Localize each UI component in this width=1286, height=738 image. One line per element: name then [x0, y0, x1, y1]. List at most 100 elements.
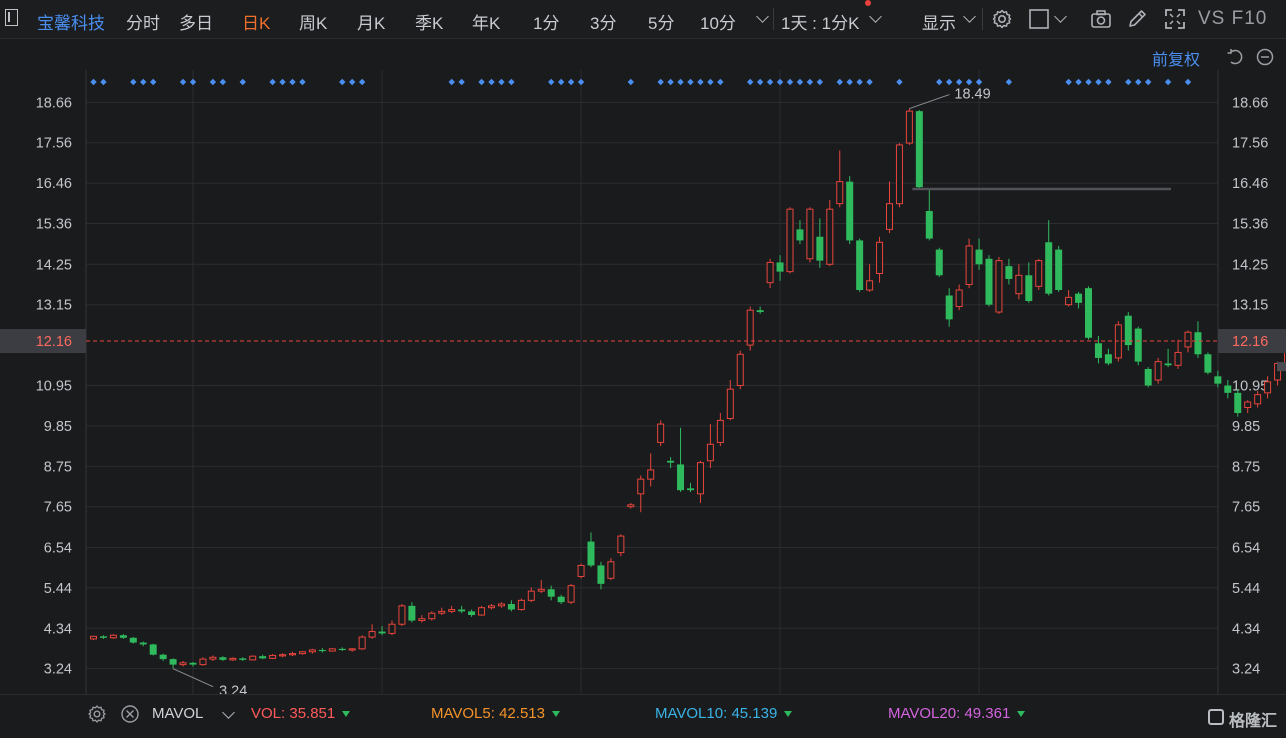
tab-10min[interactable]: 10分: [700, 9, 736, 34]
tab-yearly-k[interactable]: 年K: [472, 9, 500, 34]
event-marker[interactable]: [498, 79, 504, 85]
tab-1min[interactable]: 1分: [533, 9, 559, 34]
event-marker[interactable]: [289, 79, 295, 85]
indicator-name[interactable]: MAVOL: [152, 705, 203, 722]
indicator-close-icon[interactable]: [120, 704, 140, 724]
event-marker[interactable]: [657, 79, 663, 85]
layout-square-icon[interactable]: [1028, 8, 1050, 30]
event-marker[interactable]: [1145, 79, 1151, 85]
event-marker[interactable]: [299, 79, 305, 85]
event-marker[interactable]: [956, 79, 962, 85]
event-marker[interactable]: [240, 79, 246, 85]
event-marker[interactable]: [1125, 79, 1131, 85]
event-marker[interactable]: [817, 79, 823, 85]
event-marker[interactable]: [349, 79, 355, 85]
vs-f10-button[interactable]: VS F10: [1198, 8, 1267, 30]
event-marker[interactable]: [449, 79, 455, 85]
stock-name[interactable]: 宝馨科技: [37, 9, 105, 34]
event-marker[interactable]: [628, 79, 634, 85]
tab-5min[interactable]: 5分: [648, 9, 674, 34]
event-marker[interactable]: [976, 79, 982, 85]
event-marker[interactable]: [777, 79, 783, 85]
price-adjust-select[interactable]: 前复权: [1152, 46, 1200, 70]
event-marker[interactable]: [767, 79, 773, 85]
event-marker[interactable]: [269, 79, 275, 85]
event-marker[interactable]: [130, 79, 136, 85]
event-marker[interactable]: [210, 79, 216, 85]
event-marker[interactable]: [1006, 79, 1012, 85]
event-marker[interactable]: [1075, 79, 1081, 85]
event-marker[interactable]: [1135, 79, 1141, 85]
event-marker[interactable]: [508, 79, 514, 85]
event-marker[interactable]: [478, 79, 484, 85]
minus-circle-icon[interactable]: [1256, 48, 1274, 66]
event-marker[interactable]: [847, 79, 853, 85]
event-marker[interactable]: [339, 79, 345, 85]
event-marker[interactable]: [687, 79, 693, 85]
candle: [170, 658, 177, 668]
tab-3min[interactable]: 3分: [590, 9, 616, 34]
pencil-icon[interactable]: [1126, 8, 1148, 30]
event-marker[interactable]: [717, 79, 723, 85]
event-marker[interactable]: [548, 79, 554, 85]
camera-icon[interactable]: [1090, 8, 1112, 30]
event-marker[interactable]: [220, 79, 226, 85]
tab-quarterly-k[interactable]: 季K: [415, 9, 443, 34]
event-marker[interactable]: [1095, 79, 1101, 85]
event-marker[interactable]: [787, 79, 793, 85]
tab-monthly-k[interactable]: 月K: [357, 9, 385, 34]
event-marker[interactable]: [1065, 79, 1071, 85]
candle: [687, 483, 694, 492]
event-marker[interactable]: [568, 79, 574, 85]
event-marker[interactable]: [180, 79, 186, 85]
event-marker[interactable]: [90, 79, 96, 85]
event-marker[interactable]: [807, 79, 813, 85]
event-marker[interactable]: [1185, 79, 1191, 85]
layout-chevron-icon[interactable]: [1054, 10, 1067, 23]
event-marker[interactable]: [667, 79, 673, 85]
event-marker[interactable]: [140, 79, 146, 85]
display-menu[interactable]: 显示: [922, 9, 956, 34]
undo-icon[interactable]: [1226, 48, 1244, 66]
event-marker[interactable]: [896, 79, 902, 85]
period-more-chevron-icon[interactable]: [756, 10, 769, 23]
display-chevron-icon[interactable]: [963, 10, 976, 23]
event-marker[interactable]: [1085, 79, 1091, 85]
tab-weekly-k[interactable]: 周K: [299, 9, 327, 34]
multi-period-chevron-icon[interactable]: [869, 10, 882, 23]
event-marker[interactable]: [488, 79, 494, 85]
y-tick-label: 10.95: [36, 378, 72, 394]
tab-multiday[interactable]: 多日: [179, 9, 213, 34]
event-marker[interactable]: [936, 79, 942, 85]
event-marker[interactable]: [697, 79, 703, 85]
event-marker[interactable]: [1165, 79, 1171, 85]
event-marker[interactable]: [279, 79, 285, 85]
multi-period-select[interactable]: 1天 : 1分K: [781, 9, 859, 34]
event-marker[interactable]: [677, 79, 683, 85]
event-marker[interactable]: [797, 79, 803, 85]
event-marker[interactable]: [837, 79, 843, 85]
fullscreen-icon[interactable]: [1164, 8, 1186, 30]
gear-icon[interactable]: [991, 8, 1013, 30]
event-marker[interactable]: [757, 79, 763, 85]
indicator-chevron-icon[interactable]: [222, 706, 235, 719]
kline-chart[interactable]: 18.6617.5616.4615.3614.2513.1510.959.858…: [0, 70, 1286, 694]
event-marker[interactable]: [946, 79, 952, 85]
event-marker[interactable]: [150, 79, 156, 85]
event-marker[interactable]: [866, 79, 872, 85]
tab-timeshare[interactable]: 分时: [126, 9, 160, 34]
event-marker[interactable]: [558, 79, 564, 85]
event-marker[interactable]: [359, 79, 365, 85]
event-marker[interactable]: [966, 79, 972, 85]
event-marker[interactable]: [707, 79, 713, 85]
event-marker[interactable]: [747, 79, 753, 85]
event-marker[interactable]: [190, 79, 196, 85]
event-marker[interactable]: [458, 79, 464, 85]
event-marker[interactable]: [100, 79, 106, 85]
event-marker[interactable]: [856, 79, 862, 85]
tab-daily-k[interactable]: 日K: [242, 9, 270, 34]
event-marker[interactable]: [578, 79, 584, 85]
panel-toggle-icon[interactable]: [5, 9, 18, 26]
indicator-settings-gear-icon[interactable]: [87, 704, 107, 724]
event-marker[interactable]: [1105, 79, 1111, 85]
